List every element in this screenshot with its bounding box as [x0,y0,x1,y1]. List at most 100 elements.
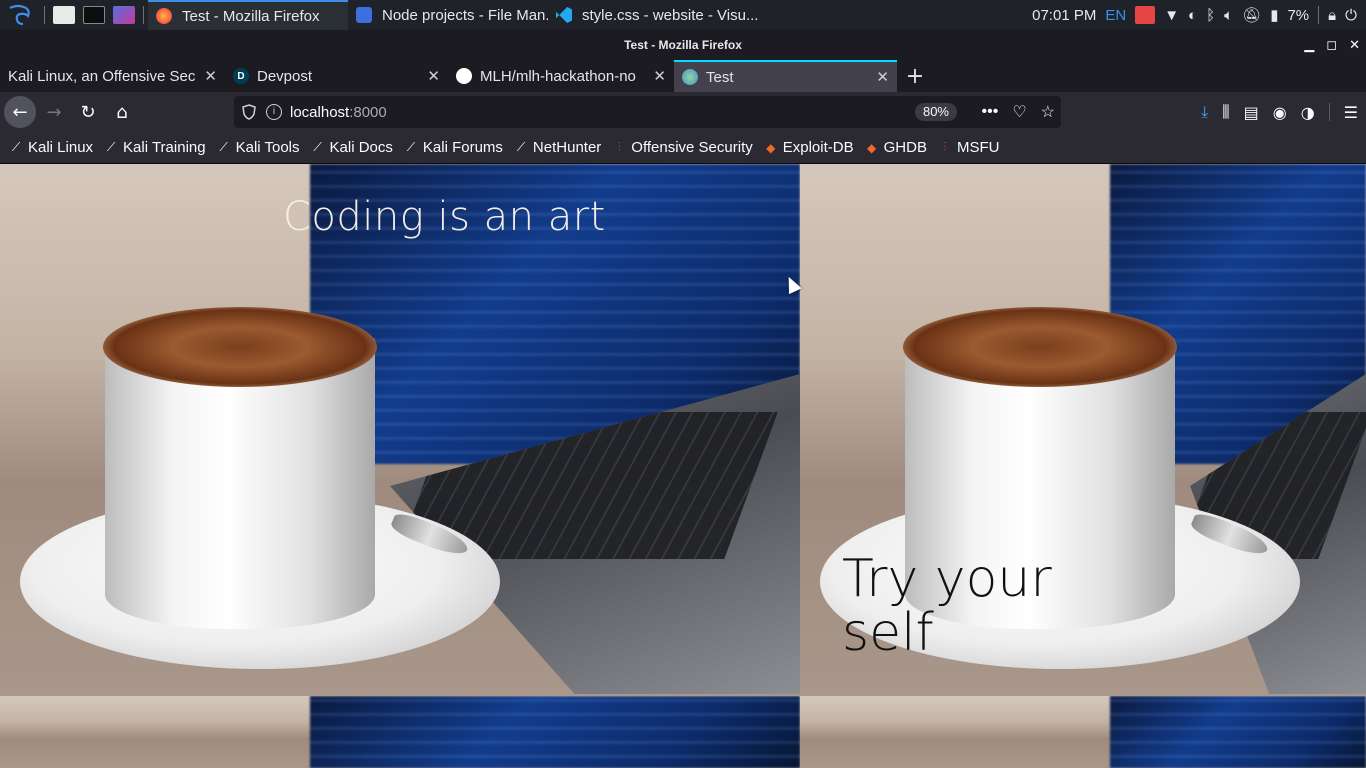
taskbar-item-firefox[interactable]: Test - Mozilla Firefox [148,0,348,30]
maximize-icon[interactable]: ◻ [1326,38,1337,53]
coffee-laptop-photo [0,164,800,696]
lock-icon[interactable]: 🔒︎ [1328,7,1336,24]
close-tab-icon[interactable]: ✕ [876,68,889,86]
extension-icon[interactable]: ◑ [1301,103,1315,122]
tab-label: Devpost [257,67,313,85]
panel-separator [44,6,45,24]
kali-menu-button[interactable] [0,0,40,30]
sidebar-icon[interactable]: ▤ [1244,103,1259,122]
taskbar-item-vscode[interactable]: style.css - website - Visu... [548,0,758,30]
desktop-top-panel: Test - Mozilla Firefox Node projects - F… [0,0,1366,30]
tab-kali-linux[interactable]: Kali Linux, an Offensive Secu ✕ [0,60,225,92]
tab-label: Kali Linux, an Offensive Secu [8,67,197,85]
bookmark-kali-tools[interactable]: ⟋ Kali Tools [216,139,299,156]
url-host-text: localhost [290,103,350,121]
kali-dragon-icon: ⟋ [516,140,526,154]
taskbar-item-label: Node projects - File Man... [382,6,548,24]
taskbar-item-file-manager[interactable]: Node projects - File Man... [348,0,548,30]
bookmark-ghdb[interactable]: ◆ GHDB [864,139,927,156]
close-window-icon[interactable]: ✕ [1349,38,1360,53]
bookmark-kali-linux[interactable]: ⟋ Kali Linux [8,139,93,156]
page-actions-icon[interactable]: ••• [982,103,999,121]
panel-separator [143,6,144,24]
url-port: :8000 [349,103,387,121]
notification-app-icon[interactable] [1135,6,1156,24]
page-tagline: Try your self [842,549,1052,663]
url-bar[interactable]: i localhost:8000 80% ••• ♡ ☆ [234,96,1061,128]
folder-icon [356,7,372,23]
file-manager-icon[interactable] [53,6,75,24]
screen-recorder-icon[interactable] [113,6,135,24]
close-tab-icon[interactable]: ✕ [204,67,217,85]
back-button[interactable]: ← [4,96,36,128]
bookmark-kali-forums[interactable]: ⟋ Kali Forums [403,139,503,156]
system-tray: 07:01 PM EN ▼ ◐ ᛒ 🔈︎ 🔕︎ ▮ 7% 🔒︎ ⏻ [1032,0,1366,30]
tracking-protection-shield-icon[interactable] [242,104,256,120]
bookmark-kali-training[interactable]: ⟋ Kali Training [103,139,206,156]
bookmark-star-icon[interactable]: ☆ [1041,102,1055,122]
page-content: Coding is an art Try your self [0,164,1366,768]
devpost-icon: D [233,68,249,84]
taskbar-item-label: Test - Mozilla Firefox [182,7,320,25]
offsec-icon: ⫶ [617,140,621,154]
navigation-toolbar: ← → ↻ ⌂ i localhost:8000 80% ••• ♡ ☆ ⤓ ⫼… [0,92,1366,132]
new-tab-button[interactable]: + [897,60,933,92]
terminal-icon[interactable] [83,6,105,24]
downloads-icon[interactable]: ⤓ [1201,102,1208,122]
tab-label: Test [706,68,734,86]
window-controls: ▁ ◻ ✕ [1304,30,1360,60]
pocket-icon[interactable]: ♡ [1012,102,1026,122]
bookmark-exploit-db[interactable]: ◆ Exploit-DB [763,139,853,156]
bookmarks-toolbar: ⟋ Kali Linux ⟋ Kali Training ⟋ Kali Tools ⟋… [0,132,1366,164]
bookmark-label: MSFU [956,139,1000,156]
power-icon[interactable]: ⏻ [1345,7,1357,24]
kali-dragon-icon: ⟋ [11,140,21,154]
bookmark-label: Kali Docs [329,139,393,156]
coffee-laptop-photo [800,696,1366,768]
battery-icon[interactable]: ▮ [1270,6,1278,24]
volume-icon[interactable]: 🔈︎ [1224,7,1233,24]
bookmark-kali-docs[interactable]: ⟋ Kali Docs [310,139,393,156]
url-bar-actions: ••• ♡ ☆ [982,96,1056,128]
tab-test[interactable]: Test ✕ [674,60,897,92]
bookmark-offensive-security[interactable]: ⫶ Offensive Security [611,139,753,156]
bookmark-label: Kali Forums [422,139,503,156]
notifications-muted-icon[interactable]: 🔕︎ [1242,6,1261,24]
menu-icon[interactable]: ☰ [1344,103,1358,122]
tab-github[interactable]: MLH/mlh-hackathon-no ✕ [448,60,674,92]
coffee-laptop-photo [0,696,800,768]
bookmark-label: Kali Linux [28,139,94,156]
window-title: Test - Mozilla Firefox [0,30,1366,60]
zoom-indicator[interactable]: 80% [914,103,957,121]
home-button[interactable]: ⌂ [106,96,138,128]
library-icon[interactable]: ⫼ [1222,102,1229,122]
globe-icon [682,69,698,85]
laptop-screen [310,696,800,768]
close-tab-icon[interactable]: ✕ [427,67,440,85]
kali-dragon-icon: ⟋ [106,140,116,154]
forward-button[interactable]: → [38,96,70,128]
laptop-screen [1110,696,1366,768]
firefox-icon [156,8,172,24]
close-tab-icon[interactable]: ✕ [653,67,666,85]
kali-dragon-icon [9,4,30,26]
cappuccino-foam [103,307,377,387]
bookmark-nethunter[interactable]: ⟋ NetHunter [513,139,602,156]
keyboard-layout[interactable]: EN [1105,7,1126,24]
site-info-icon[interactable]: i [266,104,282,120]
reload-button[interactable]: ↻ [72,96,104,128]
tab-devpost[interactable]: D Devpost ✕ [225,60,448,92]
battery-percentage: 7% [1287,6,1310,24]
kali-dragon-icon: ⟋ [313,140,322,154]
bookmark-label: NetHunter [532,139,602,156]
bluetooth-icon[interactable]: ᛒ [1206,7,1215,24]
bookmark-msfu[interactable]: ⫶ MSFU [937,139,1000,156]
account-icon[interactable]: ◉ [1273,103,1287,122]
minimize-icon[interactable]: ▁ [1304,38,1314,53]
bookmark-label: GHDB [883,139,927,156]
exploitdb-icon: ◆ [766,140,776,155]
clock[interactable]: 07:01 PM [1032,7,1096,24]
page-headline: Coding is an art [283,194,606,240]
wifi-icon[interactable]: ▼ [1164,7,1179,24]
discord-icon[interactable]: ◐ [1188,7,1197,24]
